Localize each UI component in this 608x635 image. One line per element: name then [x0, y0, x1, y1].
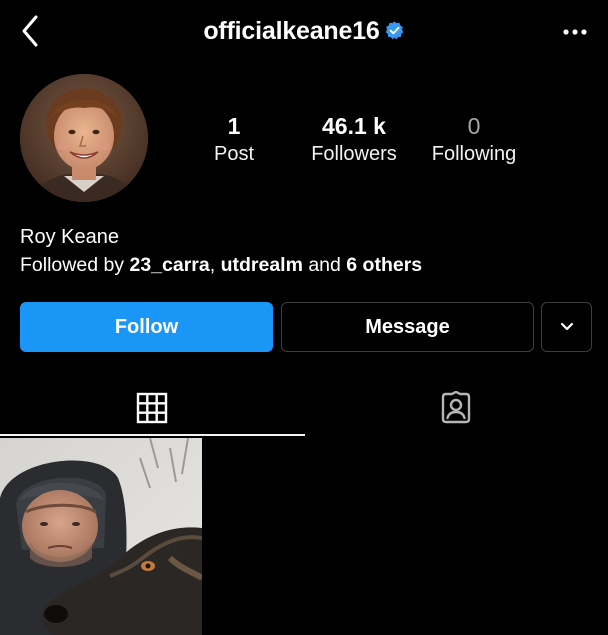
grid-icon: [136, 392, 168, 424]
follow-button[interactable]: Follow: [20, 302, 273, 352]
followers-stat[interactable]: 46.1 k Followers: [298, 112, 410, 168]
tab-posts-grid[interactable]: [0, 380, 304, 436]
suggested-dropdown-button[interactable]: [541, 302, 592, 352]
followed-by-prefix: Followed by: [20, 254, 130, 276]
message-button-label: Message: [365, 315, 450, 338]
followed-by-others[interactable]: 6 others: [346, 254, 422, 276]
following-stat[interactable]: 0 Following: [420, 112, 528, 168]
following-count: 0: [467, 113, 481, 139]
chevron-down-icon: [560, 322, 573, 331]
post-photo: [0, 438, 202, 635]
avatar-photo: [20, 74, 148, 202]
username: officialkeane16: [203, 17, 380, 45]
followed-by-and: and: [302, 254, 347, 276]
followers-label: Followers: [311, 143, 397, 165]
profile-header: officialkeane16: [0, 0, 608, 66]
following-label: Following: [431, 143, 517, 165]
avatar[interactable]: [20, 74, 148, 202]
tagged-person-icon: [441, 391, 471, 424]
posts-label: Post: [213, 143, 255, 165]
tab-tagged[interactable]: [304, 380, 608, 436]
more-options-button[interactable]: [560, 22, 590, 42]
post-thumbnail[interactable]: [0, 438, 202, 635]
followed-by-text[interactable]: Followed by 23_carra, utdrealm and 6 oth…: [20, 254, 422, 277]
follow-button-label: Follow: [114, 315, 179, 338]
active-tab-indicator: [0, 434, 305, 436]
posts-count: 1: [227, 113, 241, 139]
more-horizontal-icon: [563, 29, 587, 35]
display-name: Roy Keane: [20, 226, 119, 248]
verified-badge-icon: [385, 21, 403, 40]
followed-by-separator: ,: [209, 254, 221, 276]
followed-by-user[interactable]: 23_carra: [129, 254, 209, 276]
message-button[interactable]: Message: [281, 302, 534, 352]
followers-count: 46.1 k: [322, 113, 386, 139]
followed-by-user[interactable]: utdrealm: [221, 254, 303, 276]
posts-stat: 1 Post: [196, 112, 272, 168]
profile-username-title: officialkeane16: [0, 17, 608, 46]
